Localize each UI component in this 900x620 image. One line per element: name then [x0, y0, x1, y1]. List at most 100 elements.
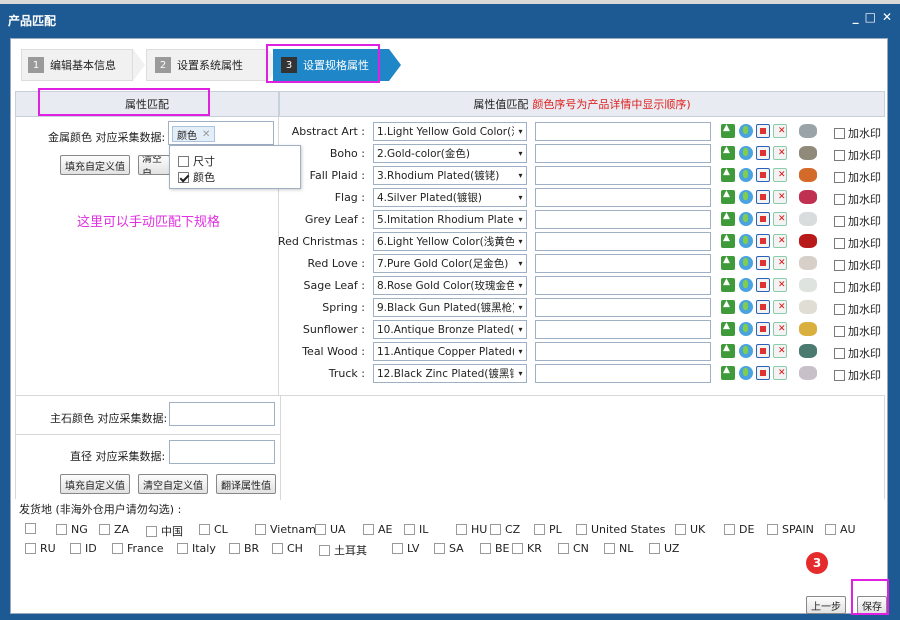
watermark-option[interactable]: 加水印: [834, 169, 881, 185]
custom-value-input[interactable]: [535, 276, 711, 295]
minimize-icon[interactable]: _: [853, 10, 859, 24]
watermark-checkbox[interactable]: [834, 193, 845, 205]
country-option[interactable]: IL: [404, 523, 428, 536]
country-option[interactable]: France: [112, 542, 164, 555]
network-image-icon[interactable]: [739, 146, 753, 160]
custom-value-input[interactable]: [535, 232, 711, 251]
country-checkbox[interactable]: [675, 524, 686, 535]
image-bank-icon[interactable]: [756, 300, 770, 314]
country-option[interactable]: Vietnam: [255, 523, 316, 536]
network-image-icon[interactable]: [739, 300, 753, 314]
country-option[interactable]: UZ: [649, 542, 679, 555]
thumbnail-image[interactable]: [799, 146, 817, 160]
custom-value-input[interactable]: [535, 122, 711, 141]
image-bank-icon[interactable]: [756, 344, 770, 358]
value-select[interactable]: 11.Antique Copper Plated(▾: [373, 342, 527, 361]
custom-value-input[interactable]: [535, 364, 711, 383]
custom-value-input[interactable]: [535, 298, 711, 317]
country-option[interactable]: ZA: [99, 523, 129, 536]
country-checkbox[interactable]: [363, 524, 374, 535]
dropdown-option-size[interactable]: 尺寸: [178, 153, 215, 169]
country-checkbox[interactable]: [99, 524, 110, 535]
upload-icon[interactable]: [721, 145, 735, 160]
country-checkbox[interactable]: [146, 525, 157, 537]
delete-image-icon[interactable]: [773, 168, 787, 182]
maximize-icon[interactable]: □: [865, 10, 876, 24]
watermark-option[interactable]: 加水印: [834, 191, 881, 207]
country-option[interactable]: 中国: [146, 523, 183, 539]
thumbnail-image[interactable]: [799, 300, 817, 314]
value-select[interactable]: 8.Rose Gold Color(玫瑰金色 ▾: [373, 276, 527, 295]
image-bank-icon[interactable]: [756, 168, 770, 182]
country-checkbox[interactable]: [56, 524, 67, 535]
upload-icon[interactable]: [721, 255, 735, 270]
value-select[interactable]: 5.Imitation Rhodium Plated ▾: [373, 210, 527, 229]
country-option[interactable]: RU: [25, 542, 56, 555]
watermark-checkbox[interactable]: [834, 171, 845, 183]
country-checkbox[interactable]: [25, 523, 36, 534]
delete-image-icon[interactable]: [773, 278, 787, 292]
watermark-checkbox[interactable]: [834, 259, 845, 271]
delete-image-icon[interactable]: [773, 212, 787, 226]
country-option[interactable]: CZ: [490, 523, 520, 536]
network-image-icon[interactable]: [739, 234, 753, 248]
country-checkbox[interactable]: [392, 543, 403, 554]
custom-value-input[interactable]: [535, 320, 711, 339]
watermark-checkbox[interactable]: [834, 237, 845, 249]
country-checkbox[interactable]: [558, 543, 569, 554]
country-checkbox[interactable]: [434, 543, 445, 554]
upload-icon[interactable]: [721, 233, 735, 248]
watermark-checkbox[interactable]: [834, 149, 845, 161]
clear-custom-button[interactable]: 清空自: [138, 155, 170, 175]
delete-image-icon[interactable]: [773, 256, 787, 270]
upload-icon[interactable]: [721, 299, 735, 314]
value-select[interactable]: 7.Pure Gold Color(足金色) ▾: [373, 254, 527, 273]
country-option[interactable]: SPAIN: [767, 523, 814, 536]
upload-icon[interactable]: [721, 343, 735, 358]
thumbnail-image[interactable]: [799, 278, 817, 292]
watermark-option[interactable]: 加水印: [834, 345, 881, 361]
watermark-checkbox[interactable]: [834, 303, 845, 315]
image-bank-icon[interactable]: [756, 212, 770, 226]
country-option[interactable]: PL: [534, 523, 562, 536]
step-2[interactable]: 2 设置系统属性: [146, 49, 268, 81]
upload-icon[interactable]: [721, 277, 735, 292]
country-option[interactable]: CL: [199, 523, 228, 536]
network-image-icon[interactable]: [739, 344, 753, 358]
network-image-icon[interactable]: [739, 278, 753, 292]
country-checkbox[interactable]: [576, 524, 587, 535]
value-select[interactable]: 2.Gold-color(金色) ▾: [373, 144, 527, 163]
delete-image-icon[interactable]: [773, 300, 787, 314]
thumbnail-image[interactable]: [799, 168, 817, 182]
fill-custom-button[interactable]: 填充自定义值: [60, 155, 130, 175]
clear-custom-button[interactable]: 清空自定义值: [138, 474, 208, 494]
country-option[interactable]: HU: [456, 523, 487, 536]
value-select[interactable]: 10.Antique Bronze Plated(镀 ▾: [373, 320, 527, 339]
network-image-icon[interactable]: [739, 168, 753, 182]
image-bank-icon[interactable]: [756, 234, 770, 248]
watermark-checkbox[interactable]: [834, 325, 845, 337]
delete-image-icon[interactable]: [773, 146, 787, 160]
value-select[interactable]: 4.Silver Plated(镀银) ▾: [373, 188, 527, 207]
watermark-checkbox[interactable]: [834, 369, 845, 381]
translate-values-button[interactable]: 翻译属性值: [216, 474, 276, 494]
custom-value-input[interactable]: [535, 342, 711, 361]
network-image-icon[interactable]: [739, 256, 753, 270]
watermark-option[interactable]: 加水印: [834, 235, 881, 251]
country-option[interactable]: BR: [229, 542, 259, 555]
country-checkbox[interactable]: [25, 543, 36, 554]
country-option[interactable]: CN: [558, 542, 589, 555]
country-checkbox[interactable]: [199, 524, 210, 535]
custom-value-input[interactable]: [535, 188, 711, 207]
country-checkbox[interactable]: [315, 524, 326, 535]
upload-icon[interactable]: [721, 365, 735, 380]
close-icon[interactable]: ✕: [882, 10, 892, 24]
size-checkbox[interactable]: [178, 155, 189, 167]
watermark-option[interactable]: 加水印: [834, 125, 881, 141]
country-checkbox[interactable]: [480, 543, 491, 554]
thumbnail-image[interactable]: [799, 212, 817, 226]
remove-tag-icon[interactable]: ✕: [202, 129, 210, 140]
upload-icon[interactable]: [721, 321, 735, 336]
previous-button[interactable]: 上一步: [806, 596, 846, 614]
network-image-icon[interactable]: [739, 124, 753, 138]
